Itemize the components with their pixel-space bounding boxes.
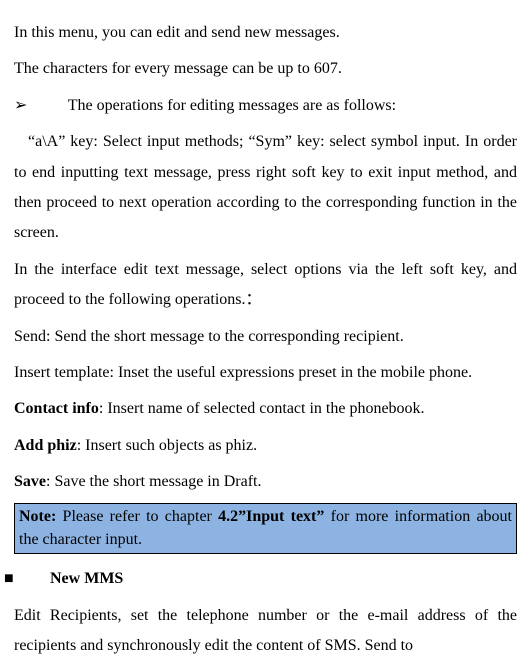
body-text: Save: Save the short message in Draft.: [14, 467, 517, 497]
text-contact-info: : Insert name of selected contact in the…: [99, 400, 425, 417]
body-text: Edit Recipients, set the telephone numbe…: [14, 601, 517, 662]
note-box: Note: Please refer to chapter 4.2”Input …: [14, 503, 517, 554]
triangle-bullet-icon: ➢: [42, 91, 64, 121]
body-text: The characters for every message can be …: [14, 54, 517, 84]
note-label: Note:: [19, 508, 56, 525]
note-chapter-ref: 4.2”Input text”: [218, 508, 324, 525]
body-text: Insert template: Inset the useful expres…: [14, 358, 517, 388]
label-add-phiz: Add phiz: [14, 437, 77, 454]
body-text: “a\A” key: Select input methods; “Sym” k…: [14, 127, 517, 249]
heading-text: New MMS: [50, 570, 123, 587]
bullet-item: ➢ The operations for editing messages ar…: [14, 91, 517, 121]
body-text: Contact info: Insert name of selected co…: [14, 394, 517, 424]
label-save: Save: [14, 473, 46, 490]
square-bullet-icon: ■: [28, 564, 46, 594]
body-text: In the interface edit text message, sele…: [14, 255, 517, 316]
body-text: Send: Send the short message to the corr…: [14, 322, 517, 352]
body-text: In this menu, you can edit and send new …: [14, 18, 517, 48]
text-add-phiz: : Insert such objects as phiz.: [77, 437, 257, 454]
bullet-text: The operations for editing messages are …: [68, 97, 396, 114]
label-contact-info: Contact info: [14, 400, 99, 417]
section-heading: ■ New MMS: [14, 564, 517, 594]
text-save: : Save the short message in Draft.: [46, 473, 262, 490]
body-text: Add phiz: Insert such objects as phiz.: [14, 431, 517, 461]
note-text: Please refer to chapter: [56, 508, 218, 525]
